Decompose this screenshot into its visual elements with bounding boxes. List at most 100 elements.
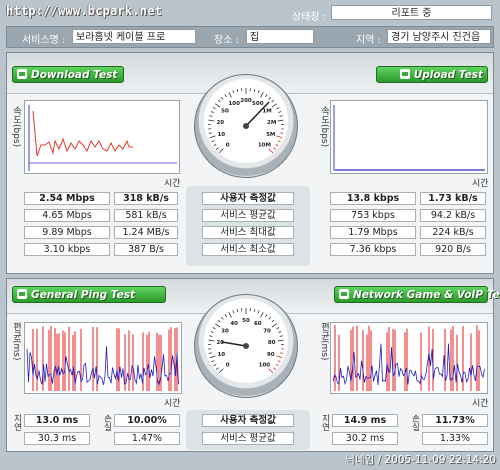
- label-max: 서비스 최대값: [202, 226, 294, 239]
- gauge-tick-label: 50: [242, 318, 250, 324]
- gauge-tick: [232, 90, 235, 94]
- upload-test-button[interactable]: Upload Test: [376, 66, 488, 83]
- ping-metric-labels: 사용자 측정값 서비스 평균값: [186, 410, 310, 450]
- gauge-tick-label: 100: [259, 362, 271, 368]
- gauge-tick: [271, 99, 275, 103]
- gauge-tick: [271, 323, 277, 328]
- gauge-tick: [208, 352, 212, 354]
- gauge-tick: [253, 88, 256, 93]
- service-label: 서비스명 :: [22, 35, 66, 46]
- gauge-tick: [278, 111, 282, 113]
- gauge-tick: [276, 107, 280, 110]
- upload-max-kbs: 224 kB/s: [420, 226, 486, 239]
- gauge-tick: [208, 119, 215, 122]
- ping-label-avg: 서비스 평균값: [202, 432, 294, 445]
- download-user-kbs: 318 kB/s: [114, 192, 178, 205]
- game-x-label: 시간: [472, 399, 489, 409]
- gauge-tick: [209, 115, 213, 117]
- gauge-tick: [215, 147, 219, 150]
- game-icon: [339, 289, 349, 299]
- gauge-tick: [257, 310, 260, 314]
- gauge-needle: [221, 341, 247, 347]
- gauge-tick: [257, 90, 260, 94]
- latency-line: [26, 346, 179, 387]
- ping-y-label: 편균(ms): [11, 322, 21, 361]
- label-user: 사용자 측정값: [202, 192, 294, 205]
- gauge-tick: [210, 111, 214, 113]
- gauge-tick: [276, 135, 283, 139]
- gauge-tick: [273, 367, 277, 370]
- metric-labels: 사용자 측정값 서비스 평균값 서비스 최대값 서비스 최소값: [186, 186, 310, 266]
- game-delay-label: 지연: [320, 414, 330, 431]
- bandwidth-gauge: 0 10 20 50 100 200 500 1M 2M 5M 10M: [194, 74, 298, 178]
- latency-line: [332, 343, 485, 386]
- gauge-tick: [268, 148, 274, 154]
- gauge-tick: [211, 360, 215, 363]
- gauge-tick: [209, 335, 213, 337]
- gauge-tick-label: 70: [263, 329, 271, 335]
- gauge-tick: [277, 119, 284, 122]
- gauge-tick: [218, 148, 224, 154]
- gauge-tick: [271, 103, 277, 108]
- service-field: 보라홈넷 케이블 프로: [72, 29, 196, 44]
- gauge-tick: [224, 314, 227, 318]
- ping-loss-avg: 1.47%: [114, 432, 180, 445]
- download-min-kbs: 387 B/s: [114, 243, 178, 256]
- gauge-tick: [221, 316, 224, 320]
- upload-max-kbps: 1.79 Mbps: [330, 226, 416, 239]
- gauge-tick: [279, 115, 283, 117]
- gauge-tick: [268, 316, 271, 320]
- gauge-tick: [212, 107, 216, 110]
- region-field: 경기 남양주시 진건읍: [387, 29, 491, 44]
- gauge-tick-label: 0: [226, 362, 230, 368]
- gauge-tick: [275, 363, 279, 367]
- gauge-tick: [215, 367, 219, 370]
- download-test-button[interactable]: Download Test: [12, 66, 124, 83]
- gauge-tick: [273, 147, 277, 150]
- download-icon: [17, 69, 27, 79]
- gauge-tick: [208, 132, 212, 134]
- gauge-tick: [209, 355, 216, 359]
- ping-test-button[interactable]: General Ping Test: [12, 286, 166, 303]
- gauge-tick: [260, 91, 264, 98]
- gauge-tick: [209, 135, 216, 139]
- gauge-tick: [224, 94, 227, 98]
- download-max-kbs: 1.24 MB/s: [114, 226, 178, 239]
- gauge-tick-label: 1M: [262, 109, 271, 115]
- ping-label-user: 사용자 측정값: [202, 414, 294, 427]
- upload-min-kbps: 7.36 kbps: [330, 243, 416, 256]
- game-voip-test-button[interactable]: Network Game & VoIP Test: [334, 286, 500, 303]
- gauge-tick: [213, 143, 217, 147]
- gauge-tick: [280, 352, 284, 354]
- place-label: 장소 :: [214, 35, 239, 46]
- download-user-mbps: 2.54 Mbps: [24, 192, 110, 205]
- gauge-tick: [217, 99, 221, 103]
- download-min-mbps: 3.10 kbps: [24, 243, 110, 256]
- gauge-tick-label: 60: [254, 321, 262, 327]
- gauge-tick: [236, 308, 239, 313]
- download-avg-mbps: 4.65 Mbps: [24, 209, 110, 222]
- upload-icon: [399, 69, 410, 79]
- gauge-tick: [276, 355, 283, 359]
- gauge-tick: [212, 327, 216, 330]
- download-max-mbps: 9.89 Mbps: [24, 226, 110, 239]
- gauge-tick-label: 40: [230, 321, 238, 327]
- gauge-tick: [221, 96, 224, 100]
- gauge-tick: [213, 363, 217, 367]
- gauge-tick: [279, 335, 283, 337]
- gauge-tick-label: 90: [267, 352, 275, 358]
- gauge-tick: [232, 310, 235, 314]
- gauge-tick: [277, 360, 281, 363]
- ping-delay-avg: 30.3 ms: [24, 432, 90, 445]
- gauge-tick: [276, 327, 280, 330]
- gauge-tick: [236, 88, 239, 93]
- upload-avg-kbs: 94.2 kB/s: [420, 209, 486, 222]
- upload-user-kbps: 13.8 kbps: [330, 192, 416, 205]
- upload-avg-kbps: 753 kbps: [330, 209, 416, 222]
- label-avg: 서비스 평균값: [202, 209, 294, 222]
- gauge-tick: [228, 91, 232, 98]
- gauge-tick: [265, 314, 268, 318]
- gauge-tick-label: 2M: [267, 120, 276, 126]
- ping-loss-label: 손실: [102, 414, 112, 431]
- place-field: 집: [246, 29, 314, 44]
